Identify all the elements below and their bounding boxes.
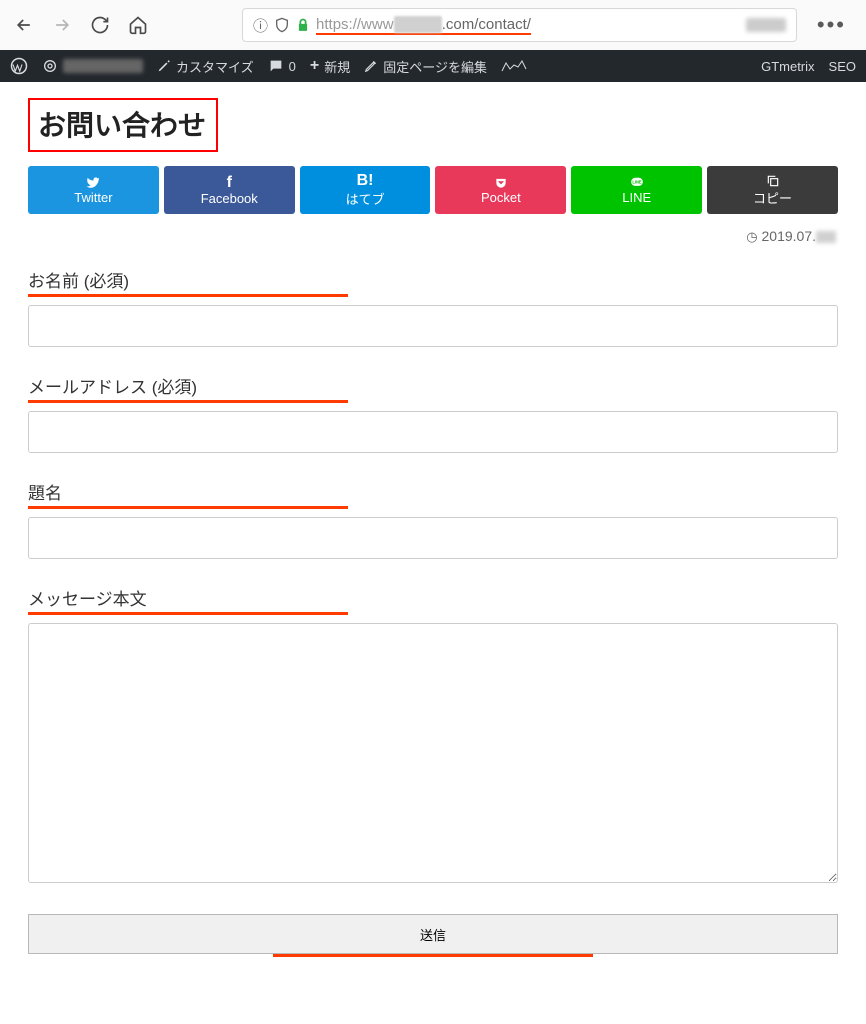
- forward-icon[interactable]: [52, 15, 72, 35]
- wp-logo-icon[interactable]: [10, 57, 28, 75]
- wp-site-link[interactable]: [42, 58, 143, 74]
- wp-edit-page[interactable]: 固定ページを編集: [364, 57, 487, 76]
- address-bar[interactable]: ⓘ https://www .com/contact/: [242, 8, 797, 42]
- share-copy-label: コピー: [753, 188, 792, 207]
- name-input[interactable]: [28, 305, 838, 347]
- wp-admin-bar: カスタマイズ 0 + 新規 固定ページを編集 GTmetrix SEO: [0, 50, 866, 82]
- hatena-icon: B!: [357, 173, 374, 189]
- back-icon[interactable]: [14, 15, 34, 35]
- message-label: メッセージ本文: [28, 585, 838, 610]
- wp-gtmetrix[interactable]: GTmetrix: [761, 59, 814, 74]
- shield-icon[interactable]: [274, 17, 290, 33]
- nav-buttons: [14, 15, 148, 35]
- page-title: お問い合わせ: [38, 104, 206, 144]
- field-subject: 題名: [28, 479, 838, 559]
- name-label: お名前 (必須): [28, 267, 838, 292]
- share-facebook-label: Facebook: [201, 191, 258, 206]
- wp-comments[interactable]: 0: [268, 58, 296, 74]
- browser-menu-icon[interactable]: •••: [811, 12, 852, 38]
- lock-icon[interactable]: [296, 18, 310, 32]
- email-label: メールアドレス (必須): [28, 373, 838, 398]
- subject-input[interactable]: [28, 517, 838, 559]
- share-twitter[interactable]: Twitter: [28, 166, 159, 214]
- share-hatena-label: はてブ: [346, 189, 385, 208]
- share-pocket-label: Pocket: [481, 190, 521, 205]
- message-textarea[interactable]: [28, 623, 838, 883]
- wp-new[interactable]: + 新規: [310, 57, 350, 76]
- wp-seo[interactable]: SEO: [829, 59, 856, 74]
- share-line-label: LINE: [622, 190, 651, 205]
- share-pocket[interactable]: Pocket: [435, 166, 566, 214]
- highlight-line: [28, 400, 348, 403]
- submit-wrap: 送信: [28, 914, 838, 957]
- share-copy[interactable]: コピー: [707, 166, 838, 214]
- highlight-line: [28, 612, 348, 615]
- browser-toolbar: ⓘ https://www .com/contact/ •••: [0, 0, 866, 50]
- share-facebook[interactable]: f Facebook: [164, 166, 295, 214]
- twitter-icon: [84, 176, 102, 190]
- copy-icon: [765, 174, 781, 188]
- url-extra-blur: [746, 18, 786, 32]
- field-message: メッセージ本文: [28, 585, 838, 888]
- date-text: 2019.07.: [762, 228, 817, 244]
- pocket-icon: [493, 176, 509, 190]
- email-input[interactable]: [28, 411, 838, 453]
- wp-customize[interactable]: カスタマイズ: [157, 57, 254, 76]
- facebook-icon: f: [227, 175, 232, 191]
- submit-button[interactable]: 送信: [28, 914, 838, 954]
- page-title-box: お問い合わせ: [28, 98, 218, 152]
- subject-label: 題名: [28, 479, 838, 504]
- field-name: お名前 (必須): [28, 267, 838, 347]
- reload-icon[interactable]: [90, 15, 110, 35]
- share-twitter-label: Twitter: [74, 190, 112, 205]
- url-text: https://www .com/contact/: [316, 16, 531, 35]
- share-row: Twitter f Facebook B! はてブ Pocket LINE LI…: [28, 166, 838, 214]
- share-line[interactable]: LINE LINE: [571, 166, 702, 214]
- highlight-line: [273, 954, 593, 957]
- highlight-line: [28, 506, 348, 509]
- home-icon[interactable]: [128, 15, 148, 35]
- svg-text:LINE: LINE: [632, 179, 642, 184]
- info-icon[interactable]: ⓘ: [253, 15, 268, 36]
- post-date: ◷ 2019.07.: [28, 228, 836, 245]
- field-email: メールアドレス (必須): [28, 373, 838, 453]
- page-content: お問い合わせ Twitter f Facebook B! はてブ Pocket …: [0, 82, 866, 987]
- clock-icon: ◷: [746, 229, 757, 244]
- line-icon: LINE: [627, 176, 647, 190]
- wp-graph-icon[interactable]: [501, 59, 531, 73]
- share-hatena[interactable]: B! はてブ: [300, 166, 431, 214]
- highlight-line: [28, 294, 348, 297]
